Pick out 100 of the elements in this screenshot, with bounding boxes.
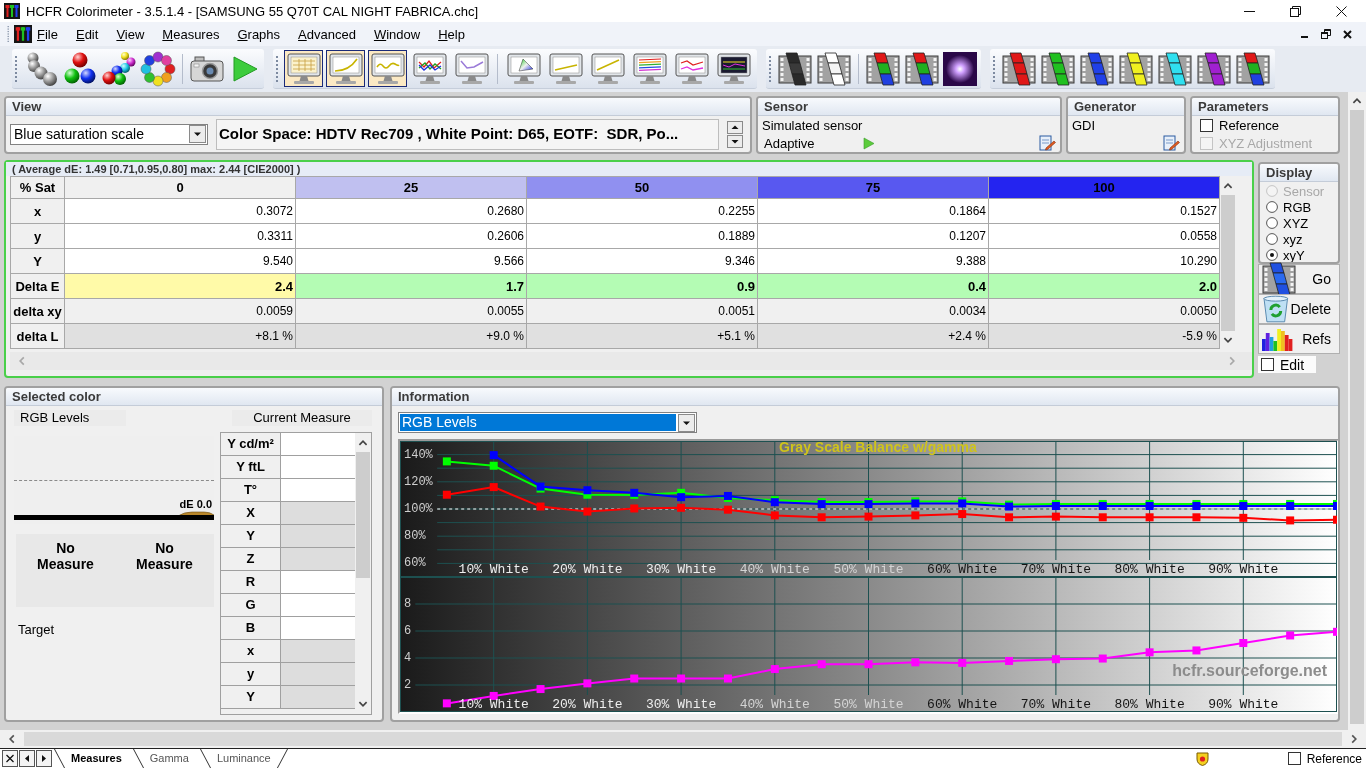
radio-label[interactable]: XYZ (1283, 215, 1309, 231)
checkbox-label[interactable]: Reference (1219, 118, 1279, 133)
monitor-table-icon (286, 52, 321, 85)
info-text-field[interactable]: Color Space: HDTV Rec709 , White Point: D65, EOTF: SDR, Po... (216, 118, 719, 150)
axis-label: 50% White (833, 696, 904, 712)
light-burst-icon[interactable] (943, 51, 977, 86)
scrollbar-thumb[interactable] (356, 452, 370, 578)
row-header: Delta E (10, 273, 65, 299)
film-strip-icon[interactable] (816, 51, 852, 86)
checkbox-label[interactable]: Reference (1306, 751, 1362, 766)
dropdown[interactable]: Blue saturation scale (10, 123, 208, 145)
restore-icon[interactable] (1290, 5, 1301, 17)
scrollbar-thumb[interactable] (1350, 110, 1364, 724)
menu-item[interactable]: Graphs (237, 26, 281, 42)
menu-item[interactable]: Measures (162, 26, 220, 42)
view-toggle-button[interactable] (368, 50, 407, 87)
shield-icon (1195, 751, 1209, 766)
caret-down-icon[interactable] (678, 413, 695, 432)
radio-label[interactable]: xyz (1283, 231, 1303, 247)
caret-down-icon[interactable] (189, 125, 206, 143)
film-strip-icon[interactable] (1001, 51, 1037, 86)
caret-up-icon[interactable] (727, 120, 743, 134)
data-point (630, 674, 639, 683)
view-toggle-button[interactable] (452, 50, 491, 87)
drag-handle-icon[interactable] (7, 26, 10, 42)
monitor-line-icon (454, 52, 489, 85)
column-header[interactable]: 75 (757, 176, 989, 199)
column-header[interactable]: 0 (64, 176, 296, 199)
spectrum-icon (1261, 327, 1293, 351)
no-measure-text: No Measure (135, 540, 194, 572)
film-strip-icon[interactable] (865, 51, 901, 86)
film-strip-icon[interactable] (1196, 51, 1232, 86)
view-toggle-button[interactable] (546, 50, 585, 87)
axis-label: 20% White (552, 561, 623, 577)
action-button[interactable]: Refs (1258, 324, 1340, 354)
view-toggle-button[interactable] (672, 50, 711, 87)
table-cell: 0.0059 (64, 298, 296, 324)
drag-handle-icon[interactable] (769, 55, 772, 82)
caret-down-icon[interactable] (727, 134, 743, 148)
checkbox[interactable] (1200, 119, 1213, 132)
document-pencil-icon[interactable] (1039, 135, 1056, 152)
table-cell: 2.4 (64, 273, 296, 299)
sheet-tab[interactable]: Gamma (135, 749, 203, 768)
film-strip-icon[interactable] (1040, 51, 1076, 86)
menu-item[interactable]: File (37, 26, 58, 42)
film-strip-icon[interactable] (904, 51, 940, 86)
film-strip-icon[interactable] (1079, 51, 1115, 86)
film-strip-icon[interactable] (1118, 51, 1154, 86)
ball-chain-icon[interactable] (101, 50, 137, 87)
drag-handle-icon[interactable] (993, 55, 996, 82)
action-button[interactable]: Delete (1258, 294, 1340, 324)
sheet-tab[interactable]: Luminance (202, 749, 285, 768)
drag-handle-icon[interactable] (276, 55, 279, 82)
film-strip-icon[interactable] (1235, 51, 1271, 86)
radio-label[interactable]: RGB (1283, 199, 1312, 215)
film-strip-icon[interactable] (777, 51, 813, 86)
column-header[interactable]: 25 (295, 176, 527, 199)
ball-ring-icon[interactable] (140, 50, 176, 87)
data-point (817, 660, 826, 669)
sheet-tab[interactable]: Measures (57, 749, 136, 768)
dropdown[interactable]: RGB Levels (398, 412, 697, 433)
action-button[interactable]: Go (1258, 264, 1340, 294)
data-point (770, 511, 779, 520)
drag-handle-icon[interactable] (15, 55, 18, 82)
radio-label[interactable]: xyY (1283, 247, 1305, 262)
document-pencil-icon[interactable] (1163, 135, 1180, 152)
caret-left-icon[interactable] (19, 750, 35, 767)
column-header[interactable]: 50 (526, 176, 758, 199)
view-toggle-button[interactable] (630, 50, 669, 87)
view-toggle-button[interactable] (284, 50, 323, 87)
axis-label: 80% White (1114, 561, 1185, 577)
checkbox[interactable] (1287, 752, 1301, 765)
caret-right-icon[interactable] (36, 750, 52, 767)
monitor-lines-icon (674, 52, 709, 85)
radio-button[interactable] (1266, 233, 1278, 245)
close-icon[interactable] (1343, 29, 1352, 39)
menu-item[interactable]: Window (373, 26, 421, 42)
radio-button[interactable] (1266, 201, 1278, 213)
view-toggle-button[interactable] (504, 50, 543, 87)
table-cell: 9.388 (757, 248, 989, 274)
restore-icon[interactable] (1321, 29, 1331, 39)
scrollbar-thumb[interactable] (1221, 195, 1235, 331)
no-measure-text: No Measure (36, 540, 95, 572)
menu-item[interactable]: Advanced (298, 26, 356, 42)
radio-button[interactable] (1266, 249, 1278, 261)
film-strip-icon[interactable] (1157, 51, 1193, 86)
checkbox[interactable] (1261, 358, 1274, 371)
view-toggle-button[interactable] (410, 50, 449, 87)
radio-button[interactable] (1266, 217, 1278, 229)
menu-item[interactable]: View (116, 26, 145, 42)
menu-item[interactable]: Help (438, 26, 465, 42)
menu-item[interactable]: Edit (75, 26, 99, 42)
view-toggle-button[interactable] (326, 50, 365, 87)
close-icon[interactable] (2, 750, 18, 767)
data-point (1145, 648, 1154, 657)
axis-label: 30% White (646, 696, 717, 712)
close-icon[interactable] (1336, 5, 1347, 17)
view-toggle-button[interactable] (714, 50, 753, 87)
axis-label: 20% White (552, 696, 623, 712)
view-toggle-button[interactable] (588, 50, 627, 87)
